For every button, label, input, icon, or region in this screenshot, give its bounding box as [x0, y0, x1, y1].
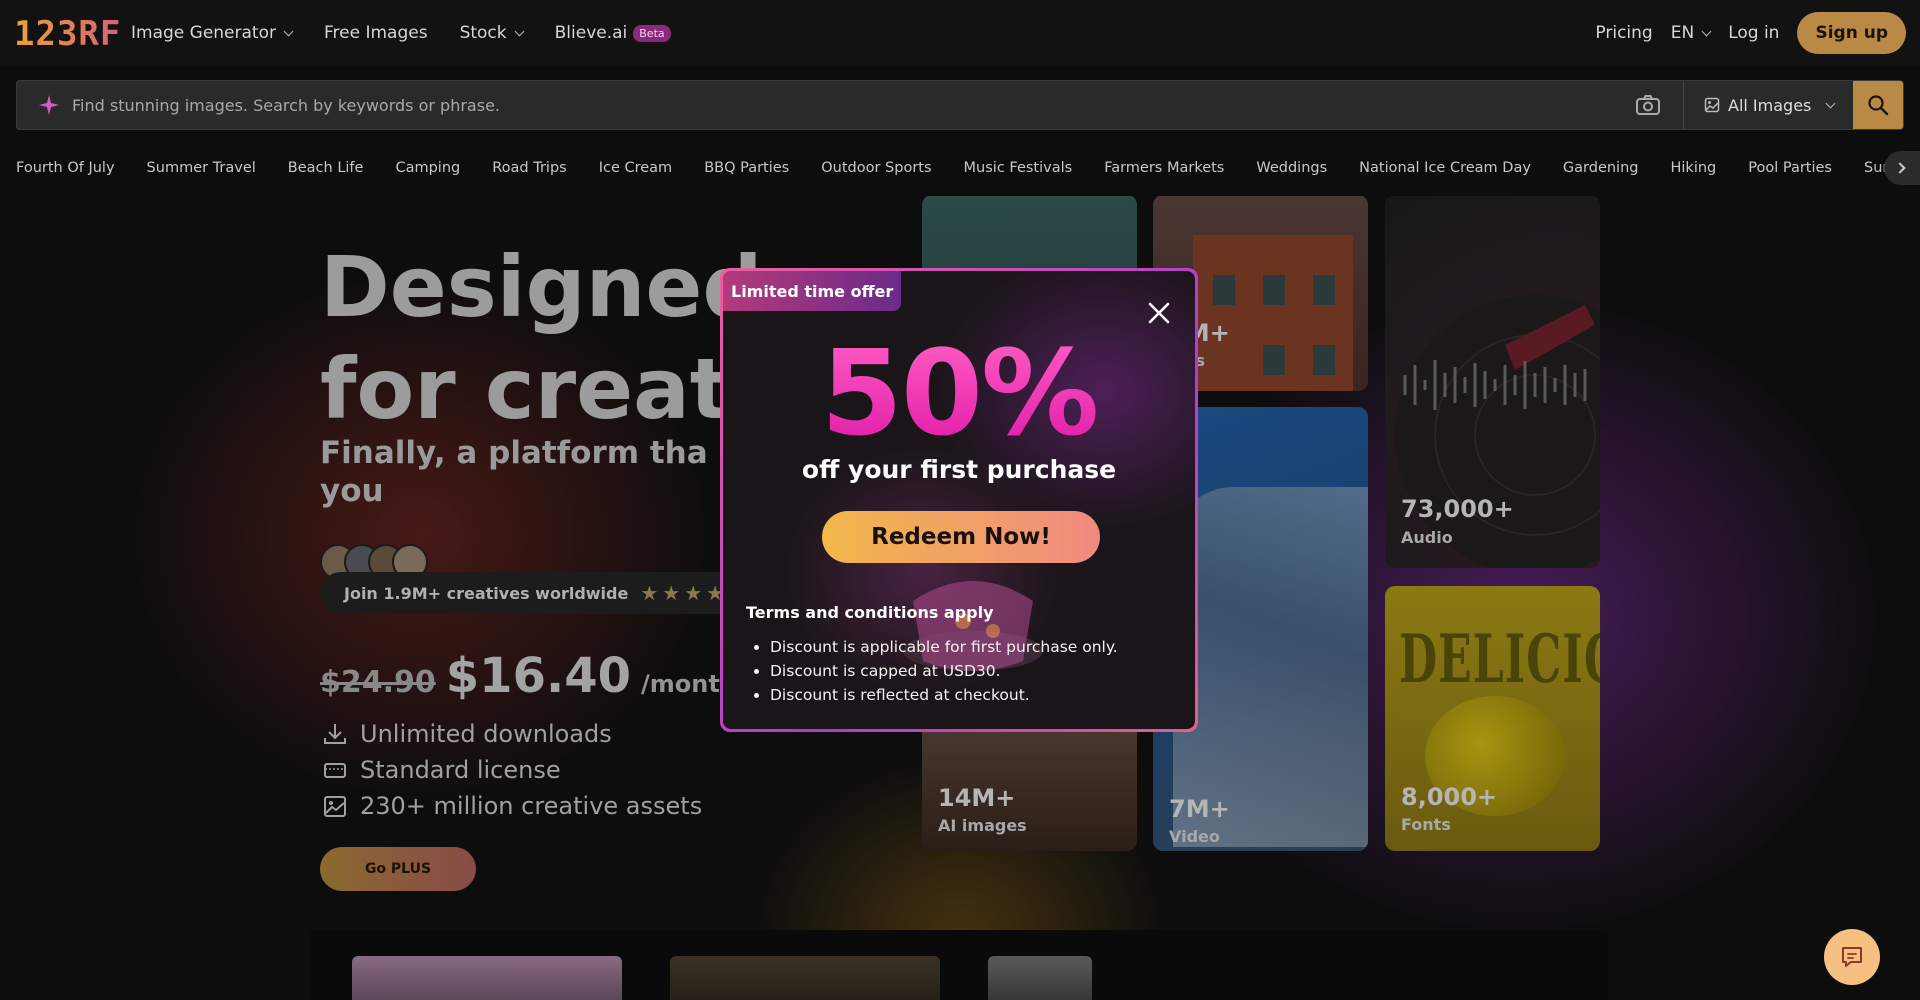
- terms-list: Discount is applicable for first purchas…: [770, 635, 1118, 707]
- discount-subtitle: off your first purchase: [801, 455, 1117, 484]
- chat-button[interactable]: [1824, 929, 1880, 985]
- terms-item: Discount is reflected at checkout.: [770, 683, 1118, 707]
- redeem-button[interactable]: Redeem Now!: [822, 511, 1100, 563]
- terms-item: Discount is applicable for first purchas…: [770, 635, 1118, 659]
- promo-modal-body: Limited time offer 50% off your first pu…: [723, 271, 1195, 729]
- terms-item: Discount is capped at USD30.: [770, 659, 1118, 683]
- terms-title: Terms and conditions apply: [746, 603, 994, 622]
- discount-percent: 50%: [723, 333, 1195, 453]
- limited-offer-ribbon: Limited time offer: [723, 271, 902, 311]
- chat-icon: [1842, 947, 1862, 967]
- close-icon[interactable]: [1145, 299, 1173, 327]
- promo-modal: Limited time offer 50% off your first pu…: [720, 268, 1198, 732]
